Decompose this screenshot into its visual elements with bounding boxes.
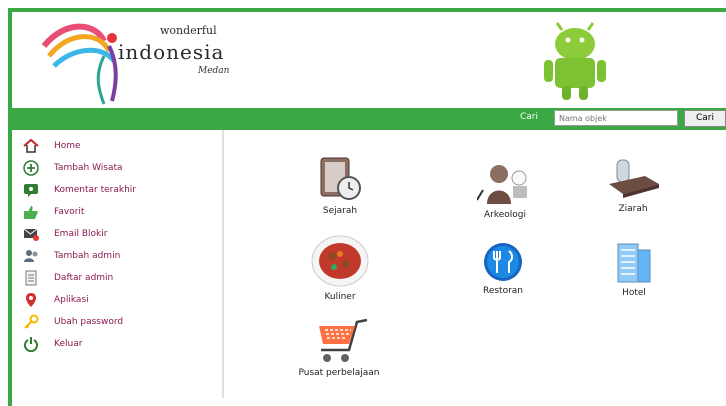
thumbs-up-icon bbox=[22, 203, 40, 221]
blocked-email-icon bbox=[22, 225, 40, 243]
sidebar-item-tambah-wisata[interactable]: Tambah Wisata bbox=[22, 158, 123, 178]
sidebar-item-label: Tambah admin bbox=[54, 251, 121, 261]
power-icon bbox=[22, 335, 40, 353]
sidebar-item-label: Tambah Wisata bbox=[54, 163, 123, 173]
sidebar-item-tambah-admin[interactable]: Tambah admin bbox=[22, 246, 120, 266]
category-tile-ziarah[interactable]: Ziarah bbox=[598, 154, 668, 214]
add-circle-icon bbox=[22, 159, 40, 177]
add-user-icon bbox=[22, 247, 40, 265]
category-tile-hotel[interactable]: Hotel bbox=[606, 240, 662, 298]
sidebar-item-daftar-admin[interactable]: Daftar admin bbox=[22, 268, 113, 288]
logo-city: Medan bbox=[198, 66, 230, 76]
sidebar-item-label: Favorit bbox=[54, 207, 85, 217]
android-mascot-icon bbox=[544, 22, 606, 100]
category-label: Sejarah bbox=[322, 206, 358, 216]
logo-wordmark: indonesia bbox=[118, 40, 225, 64]
sidebar-item-home[interactable]: Home bbox=[22, 136, 81, 156]
hotel-icon bbox=[617, 243, 651, 283]
category-label: Ziarah bbox=[618, 204, 648, 214]
food-bowl-icon bbox=[311, 235, 369, 287]
sidebar-item-ubah-password[interactable]: Ubah password bbox=[22, 312, 123, 332]
sidebar-item-label: Komentar terakhir bbox=[54, 185, 136, 195]
restaurant-icon bbox=[484, 243, 522, 281]
sidebar-item-label: Ubah password bbox=[54, 317, 124, 327]
category-label: Arkeologi bbox=[483, 210, 526, 220]
sidebar-item-favorit[interactable]: Favorit bbox=[22, 202, 84, 222]
sidebar-item-aplikasi[interactable]: Aplikasi bbox=[22, 290, 89, 310]
home-icon bbox=[22, 137, 40, 155]
sidebar: Home Tambah Wisata Komentar terakhir Fav… bbox=[12, 130, 224, 398]
category-tile-sejarah[interactable]: Sejarah bbox=[310, 156, 370, 216]
sidebar-item-keluar[interactable]: Keluar bbox=[22, 334, 82, 354]
shopping-cart-icon bbox=[319, 318, 368, 362]
logo-tagline: wonderful bbox=[160, 24, 217, 37]
category-tile-restoran[interactable]: Restoran bbox=[470, 242, 536, 296]
sidebar-item-label: Keluar bbox=[54, 339, 83, 349]
search-input[interactable] bbox=[554, 110, 678, 126]
category-tile-kuliner[interactable]: Kuliner bbox=[304, 234, 376, 302]
category-tile-pusat-perbelajaan[interactable]: Pusat perbelajaan bbox=[284, 318, 394, 378]
archaeology-icon bbox=[476, 165, 527, 204]
category-label: Hotel bbox=[622, 288, 646, 298]
comment-icon bbox=[22, 181, 40, 199]
search-button[interactable]: Cari bbox=[684, 110, 726, 127]
sidebar-item-label: Daftar admin bbox=[54, 273, 114, 283]
category-label: Kuliner bbox=[324, 292, 356, 302]
key-icon bbox=[22, 313, 40, 331]
history-clock-icon bbox=[320, 157, 361, 200]
category-tile-arkeologi[interactable]: Arkeologi bbox=[470, 160, 540, 220]
sidebar-item-label: Aplikasi bbox=[54, 295, 89, 305]
category-grid: Sejarah Arkeologi Ziarah Kuliner Restora… bbox=[224, 130, 726, 398]
sidebar-item-label: Email Blokir bbox=[54, 229, 108, 239]
sidebar-item-komentar[interactable]: Komentar terakhir bbox=[22, 180, 136, 200]
list-document-icon bbox=[22, 269, 40, 287]
sidebar-item-label: Home bbox=[54, 141, 81, 151]
category-label: Pusat perbelajaan bbox=[298, 368, 380, 378]
grave-icon bbox=[609, 159, 659, 198]
category-label: Restoran bbox=[482, 286, 524, 296]
location-pin-icon bbox=[22, 291, 40, 309]
search-label: Cari bbox=[520, 112, 538, 122]
sidebar-item-email-blokir[interactable]: Email Blokir bbox=[22, 224, 107, 244]
